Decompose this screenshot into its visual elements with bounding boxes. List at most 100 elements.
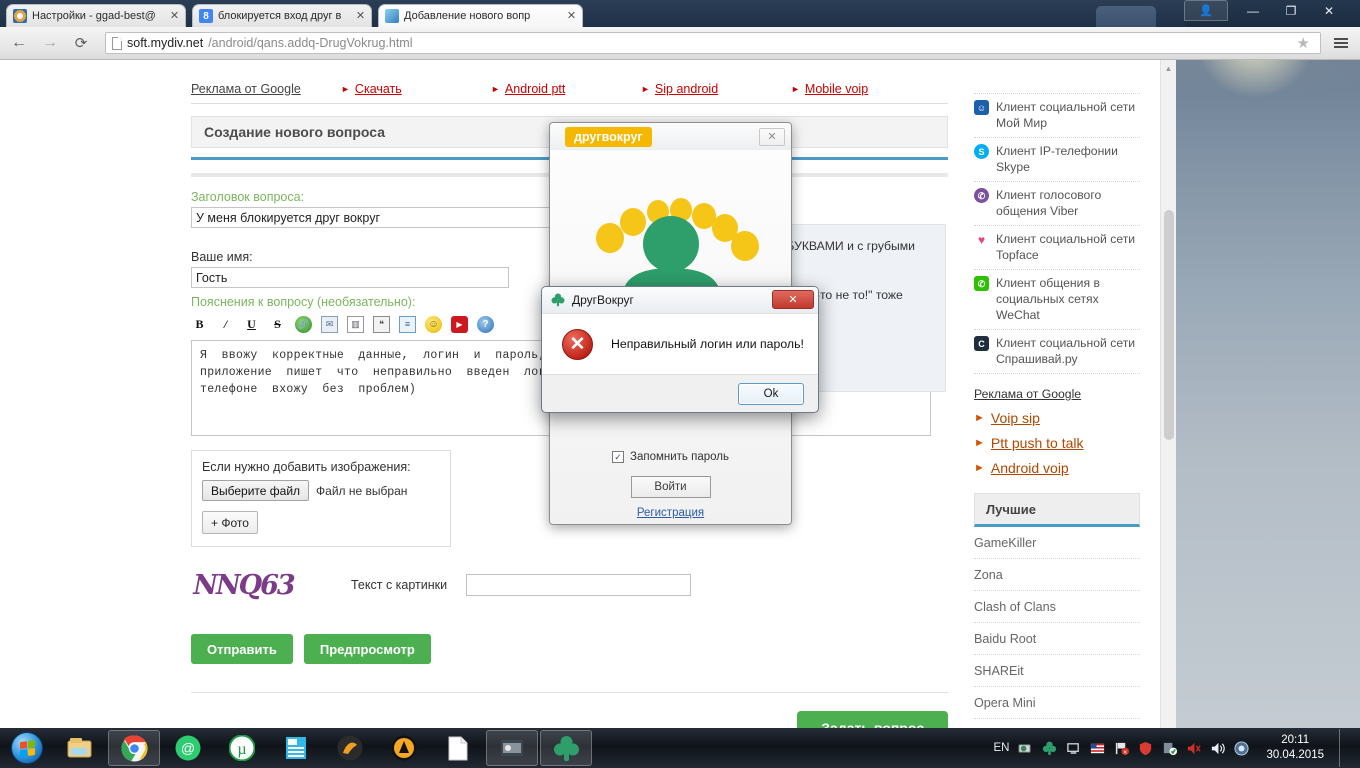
preview-button[interactable]: Предпросмотр: [303, 634, 431, 664]
blank-doc-icon[interactable]: [432, 730, 484, 766]
best-list-item[interactable]: Zona: [974, 559, 1140, 591]
best-list-item[interactable]: Clash of Clans: [974, 591, 1140, 623]
minimize-button[interactable]: —: [1234, 0, 1272, 21]
sidebar-ad-label: Ptt push to talk: [990, 435, 1084, 451]
drugvokrug-close-icon[interactable]: ✕: [759, 127, 785, 146]
display-icon[interactable]: [1066, 741, 1081, 756]
best-list-item[interactable]: GameKiller: [974, 527, 1140, 559]
sidebar-item-sprashivai[interactable]: C Клиент социальной сети Спрашивай.ру: [974, 330, 1140, 374]
flag-usa-icon[interactable]: [1090, 741, 1105, 756]
strikethrough-icon[interactable]: S: [269, 316, 286, 333]
address-bar[interactable]: soft.mydiv.net/android/qans.addq-DrugVok…: [105, 32, 1321, 54]
language-indicator[interactable]: EN: [993, 742, 1009, 754]
choose-file-button[interactable]: Выберите файл: [202, 480, 310, 501]
power-icon[interactable]: [1234, 740, 1249, 756]
underline-icon[interactable]: U: [243, 316, 260, 333]
bold-icon[interactable]: B: [191, 316, 208, 333]
email-icon[interactable]: ✉: [321, 315, 338, 333]
bookmark-star-icon[interactable]: ★: [1293, 34, 1314, 52]
tab-add-question[interactable]: Добавление нового вопр ✕: [378, 4, 583, 27]
sidebar-ad-link-android-voip[interactable]: ► Android voip: [974, 460, 1140, 476]
reload-icon[interactable]: ⟳: [70, 32, 92, 54]
image-icon[interactable]: ▥: [347, 315, 364, 333]
ad-link-3[interactable]: ► Mobile voip: [791, 82, 941, 96]
explorer-icon[interactable]: [54, 730, 106, 766]
best-list-item[interactable]: Game Guardian: [974, 719, 1140, 728]
ad-link-0[interactable]: ► Скачать: [341, 82, 491, 96]
forward-icon[interactable]: →: [39, 32, 61, 54]
shield-icon[interactable]: [1138, 741, 1153, 756]
svg-text:@: @: [181, 740, 195, 756]
windows-flag-icon: [19, 739, 35, 757]
app-window-icon[interactable]: [486, 730, 538, 766]
user-avatar-button[interactable]: 👤: [1184, 0, 1228, 21]
maximize-button[interactable]: ❐: [1272, 0, 1310, 21]
smiley-icon[interactable]: ☺: [425, 315, 442, 333]
clock[interactable]: 20:11 30.04.2015: [1266, 733, 1324, 763]
sidebar: Mamba ☺ Клиент социальной сети Мой Мир S…: [974, 74, 1140, 728]
whatsapp-icon[interactable]: @: [162, 730, 214, 766]
sidebar-item-wechat[interactable]: ✆ Клиент общения в социальных сетях WeCh…: [974, 270, 1140, 330]
menu-icon[interactable]: [1330, 38, 1352, 48]
show-desktop-button[interactable]: [1339, 729, 1350, 767]
aimp-icon[interactable]: [378, 730, 430, 766]
close-window-button[interactable]: ✕: [1310, 0, 1348, 21]
quote-icon[interactable]: ❝: [373, 315, 390, 333]
tab-close-icon[interactable]: ✕: [354, 10, 367, 23]
italic-icon[interactable]: /: [217, 316, 234, 333]
back-icon[interactable]: ←: [8, 32, 30, 54]
flag-alert-icon[interactable]: ✕: [1114, 741, 1130, 756]
volume-icon[interactable]: [1210, 741, 1226, 756]
youtube-icon[interactable]: ▶: [451, 315, 468, 333]
new-tab-button[interactable]: [1096, 6, 1156, 27]
start-button[interactable]: [0, 729, 54, 767]
google-ads-bar: Реклама от Google ► Скачать ► Android ptt …: [191, 74, 948, 104]
ad-link-1[interactable]: ► Android ptt: [491, 82, 641, 96]
document-list-icon[interactable]: [270, 730, 322, 766]
your-name-input[interactable]: [191, 267, 509, 288]
sidebar-item-topface[interactable]: ♥ Клиент социальной сети Topface: [974, 226, 1140, 270]
sidebar-ad-link-voip-sip[interactable]: ► Voip sip: [974, 410, 1140, 426]
sidebar-item-moy-mir[interactable]: ☺ Клиент социальной сети Мой Мир: [974, 94, 1140, 138]
tab-settings[interactable]: Настройки - ggad-best@ ✕: [6, 4, 186, 27]
drugvokrug-tray-icon[interactable]: [1042, 741, 1057, 756]
tab-blocked-login[interactable]: 8 блокируется вход друг в ✕: [192, 4, 372, 27]
ad-link-label[interactable]: Скачать: [355, 82, 402, 96]
ad-link-2[interactable]: ► Sip android: [641, 82, 791, 96]
drugvokrug-icon[interactable]: [540, 730, 592, 766]
sidebar-item-mamba[interactable]: Mamba: [974, 74, 1140, 94]
flstudio-icon[interactable]: [324, 730, 376, 766]
tab-close-icon[interactable]: ✕: [565, 10, 578, 23]
remember-checkbox[interactable]: ✓: [612, 451, 625, 463]
volume-mute-icon[interactable]: [1186, 741, 1202, 756]
scroll-up-icon[interactable]: ▲: [1161, 60, 1176, 76]
help-icon[interactable]: ?: [477, 315, 494, 333]
captcha-input[interactable]: [466, 574, 692, 596]
code-icon[interactable]: ≡: [399, 315, 416, 333]
drugvokrug-login-button[interactable]: Войти: [630, 476, 711, 498]
tab-close-icon[interactable]: ✕: [168, 10, 181, 23]
network-monitor-icon[interactable]: [1018, 741, 1033, 756]
ask-question-button[interactable]: Задать вопрос: [797, 711, 948, 728]
error-close-icon[interactable]: ✕: [772, 290, 814, 309]
page-scrollbar[interactable]: ▲: [1160, 60, 1176, 728]
chrome-icon[interactable]: [108, 730, 160, 766]
ad-link-label[interactable]: Sip android: [655, 82, 718, 96]
scrollbar-thumb[interactable]: [1164, 210, 1174, 440]
sidebar-item-skype[interactable]: S Клиент IP-телефонии Skype: [974, 138, 1140, 182]
remember-password-row[interactable]: ✓ Запомнить пароль: [550, 451, 791, 463]
submit-button[interactable]: Отправить: [191, 634, 293, 664]
registration-link[interactable]: Регистрация: [550, 507, 791, 519]
sidebar-ad-link-ptt[interactable]: ► Ptt push to talk: [974, 435, 1140, 451]
ad-link-label[interactable]: Android ptt: [505, 82, 565, 96]
sidebar-item-viber[interactable]: ✆ Клиент голосового общения Viber: [974, 182, 1140, 226]
error-ok-button[interactable]: Ok: [738, 382, 804, 405]
best-list-item[interactable]: Baidu Root: [974, 623, 1140, 655]
best-list-item[interactable]: SHAREit: [974, 655, 1140, 687]
best-list-item[interactable]: Opera Mini: [974, 687, 1140, 719]
utorrent-icon[interactable]: µ: [216, 730, 268, 766]
update-icon[interactable]: [1162, 741, 1178, 756]
add-photo-button[interactable]: + Фото: [202, 511, 258, 534]
link-icon[interactable]: 🔗: [295, 315, 312, 333]
ad-link-label[interactable]: Mobile voip: [805, 82, 868, 96]
